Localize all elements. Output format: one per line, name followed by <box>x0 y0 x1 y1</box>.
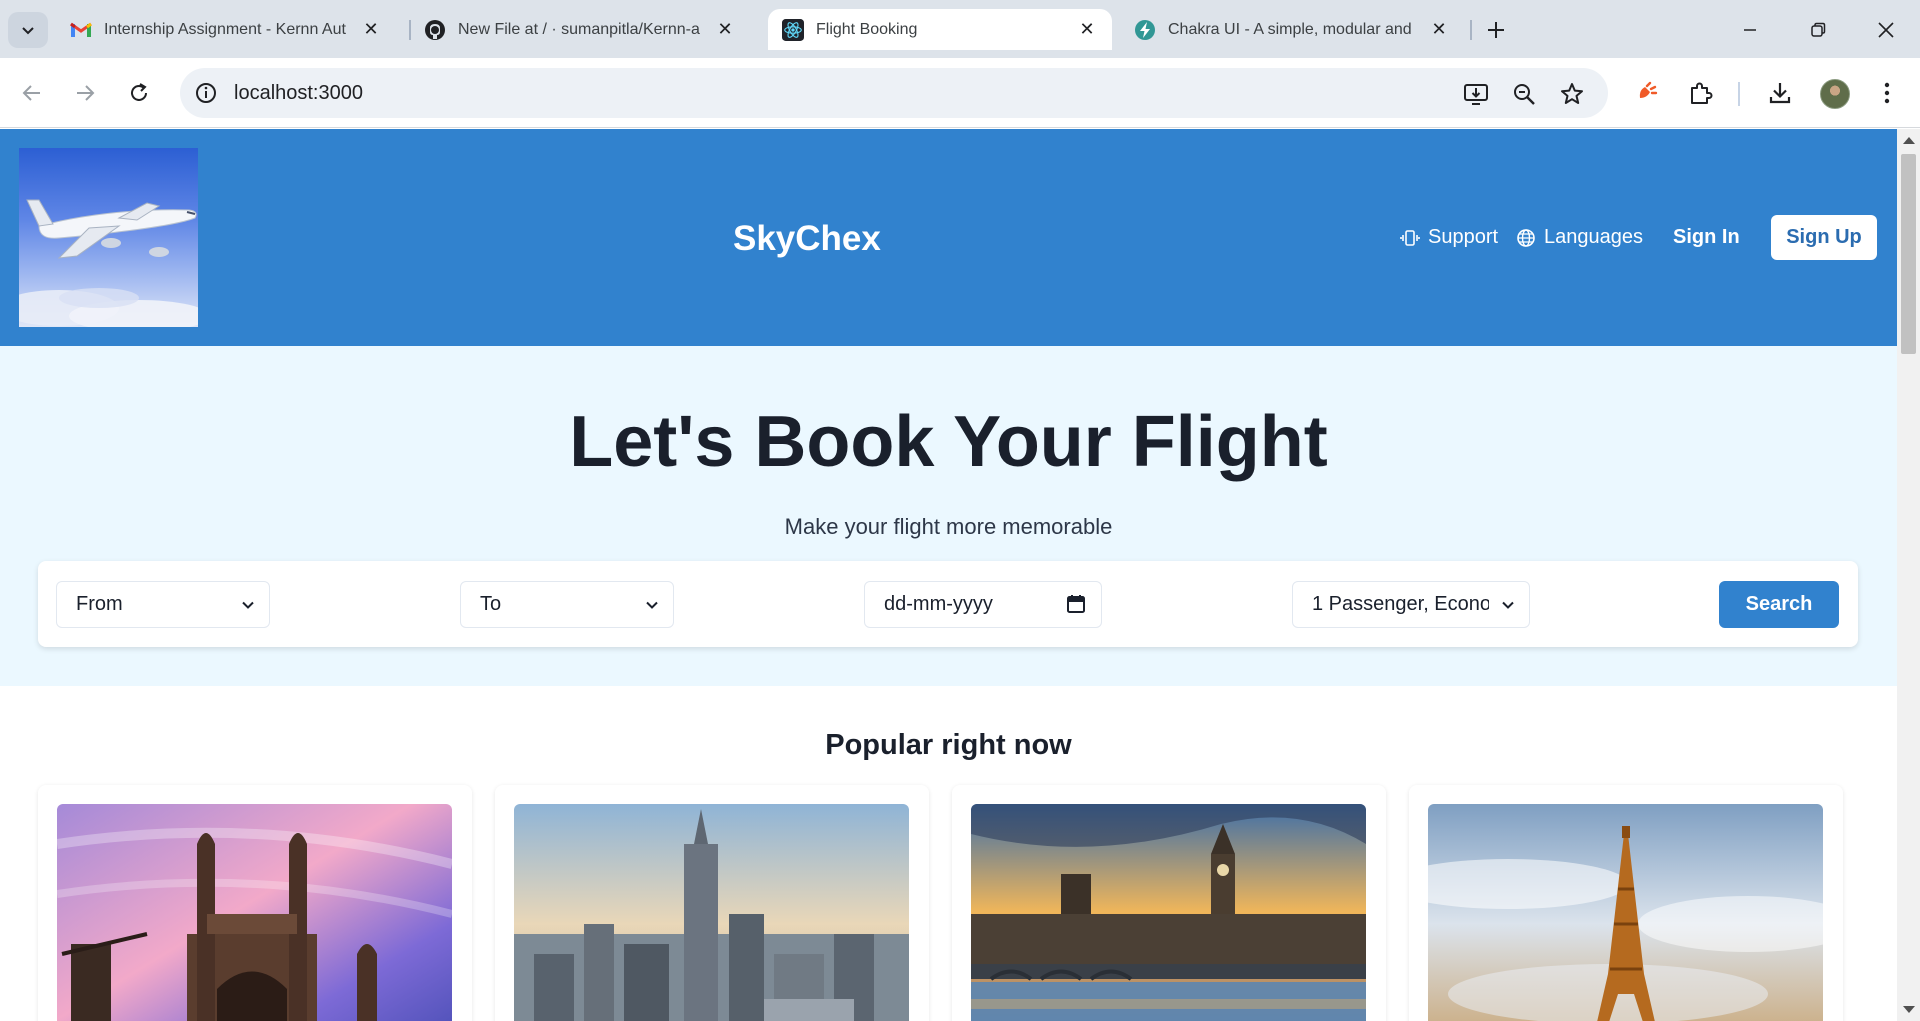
info-icon[interactable] <box>194 81 218 105</box>
tab-chakra-ui[interactable]: Chakra UI - A simple, modular and ✕ <box>1120 9 1464 50</box>
passenger-class-value: 1 Passenger, Economy <box>1312 593 1489 615</box>
extension-icon[interactable] <box>1633 78 1663 108</box>
forward-button[interactable] <box>66 74 104 112</box>
new-tab-button[interactable] <box>1480 14 1512 46</box>
arrow-left-icon <box>22 85 40 101</box>
passenger-class-select[interactable]: 1 Passenger, Economy <box>1292 581 1530 628</box>
browser-toolbar: localhost:3000 <box>0 58 1920 128</box>
tab-flight-booking[interactable]: Flight Booking ✕ <box>768 9 1112 50</box>
scrollbar-thumb[interactable] <box>1901 154 1916 354</box>
minimize-button[interactable] <box>1726 10 1774 50</box>
sign-in-button[interactable]: Sign In <box>1673 226 1740 249</box>
chevron-down-icon <box>646 601 658 609</box>
github-icon <box>424 19 446 41</box>
tab-search-button[interactable] <box>8 12 48 48</box>
close-icon[interactable]: ✕ <box>714 19 736 41</box>
install-app-icon[interactable] <box>1463 81 1489 107</box>
puzzle-extensions-icon[interactable] <box>1686 78 1716 108</box>
react-icon <box>782 18 804 41</box>
profile-avatar[interactable] <box>1820 79 1850 109</box>
zoom-icon[interactable] <box>1511 81 1537 107</box>
airplane-logo[interactable] <box>19 148 198 327</box>
search-button[interactable]: Search <box>1719 581 1839 628</box>
close-icon[interactable]: ✕ <box>360 19 382 41</box>
destination-card[interactable] <box>38 785 472 1021</box>
tab-title: Chakra UI - A simple, modular and <box>1168 20 1412 38</box>
chevron-down-icon <box>1502 601 1514 609</box>
nav-languages-label: Languages <box>1544 226 1643 248</box>
reload-icon <box>131 83 147 101</box>
tab-title: Flight Booking <box>816 20 918 38</box>
nav-languages-link[interactable]: Languages <box>1516 226 1643 249</box>
destination-card[interactable] <box>1409 785 1843 1021</box>
page-scrollbar[interactable] <box>1897 129 1920 1021</box>
tab-divider <box>1470 20 1472 40</box>
restore-button[interactable] <box>1794 10 1842 50</box>
page-viewport: SkyChex Support Languages Sign In Sign U… <box>0 129 1897 1021</box>
site-header: SkyChex Support Languages Sign In Sign U… <box>0 129 1897 346</box>
browser-tab-bar: Internship Assignment - Kernn Aut ✕ New … <box>0 0 1920 58</box>
hero-title: Let's Book Your Flight <box>569 402 1328 482</box>
destination-card[interactable] <box>952 785 1386 1021</box>
nav-support-link[interactable]: Support <box>1400 226 1498 249</box>
address-bar[interactable]: localhost:3000 <box>180 68 1608 118</box>
back-button[interactable] <box>13 74 51 112</box>
from-select-value: From <box>76 593 123 615</box>
date-input[interactable]: dd-mm-yyyy <box>864 581 1102 628</box>
to-select-value: To <box>480 593 502 615</box>
chevron-down-icon <box>242 601 254 609</box>
london-westminster-photo <box>971 804 1366 1021</box>
phone-vibrate-icon <box>1400 229 1420 246</box>
popular-section-title: Popular right now <box>825 729 1072 761</box>
tab-title: New File at / · sumanpitla/Kernn-a <box>458 20 700 38</box>
reload-button[interactable] <box>120 74 158 112</box>
flight-search-form: From To dd-mm-yyyy 1 Passenger, Economy … <box>38 561 1858 647</box>
toolbar-divider <box>1738 82 1740 106</box>
nav-support-label: Support <box>1428 226 1499 248</box>
minimize-icon <box>1744 29 1756 31</box>
close-icon <box>1878 22 1894 38</box>
calendar-icon[interactable] <box>1065 593 1087 615</box>
sign-up-button[interactable]: Sign Up <box>1771 215 1877 260</box>
tab-title: Internship Assignment - Kernn Aut <box>104 20 346 38</box>
downloads-icon[interactable] <box>1765 78 1795 108</box>
menu-kebab-icon[interactable] <box>1872 78 1902 108</box>
brand-name[interactable]: SkyChex <box>733 219 881 259</box>
scroll-down-arrow-icon[interactable] <box>1903 1006 1915 1013</box>
chevron-down-icon <box>22 27 34 35</box>
globe-icon <box>1517 228 1535 247</box>
close-icon[interactable]: ✕ <box>1076 19 1098 41</box>
to-select[interactable]: To <box>460 581 674 628</box>
new-york-skyline-photo <box>514 804 909 1021</box>
bookmark-star-icon[interactable] <box>1559 81 1585 107</box>
chakra-icon <box>1134 19 1156 41</box>
close-window-button[interactable] <box>1862 10 1910 50</box>
from-select[interactable]: From <box>56 581 270 628</box>
scroll-up-arrow-icon[interactable] <box>1903 137 1915 144</box>
arrow-right-icon <box>77 85 95 101</box>
close-icon[interactable]: ✕ <box>1428 19 1450 41</box>
url-text[interactable]: localhost:3000 <box>234 82 363 105</box>
plus-icon <box>1488 22 1504 38</box>
restore-icon <box>1811 22 1826 37</box>
tab-gmail[interactable]: Internship Assignment - Kernn Aut ✕ <box>56 9 396 50</box>
destination-card[interactable] <box>495 785 929 1021</box>
charminar-photo <box>57 804 452 1021</box>
date-input-placeholder: dd-mm-yyyy <box>884 593 993 615</box>
hero-subtitle: Make your flight more memorable <box>784 514 1113 539</box>
paris-eiffel-tower-photo <box>1428 804 1823 1021</box>
tab-github[interactable]: New File at / · sumanpitla/Kernn-a ✕ <box>410 9 750 50</box>
gmail-icon <box>70 19 92 41</box>
